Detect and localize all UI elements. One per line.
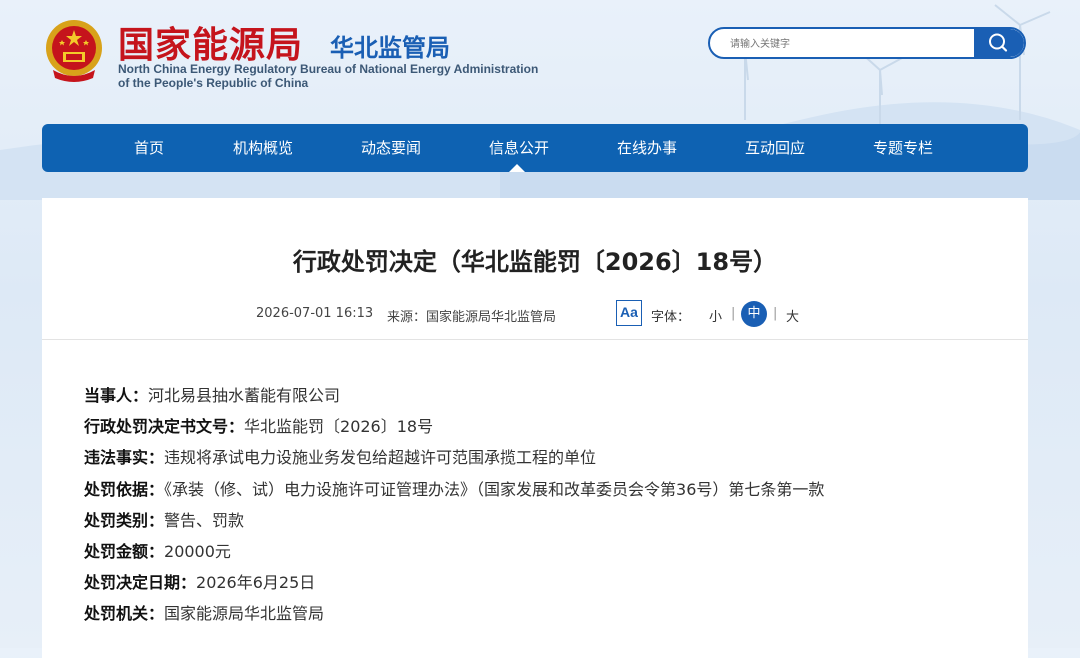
field-penalty-type: 处罚类别：警告、罚款 <box>84 507 244 531</box>
nav-item-news[interactable]: 动态要闻 <box>327 124 455 172</box>
search-button[interactable] <box>974 29 1024 57</box>
field-decision-number: 行政处罚决定书文号：华北监能罚〔2026〕18号 <box>84 413 433 437</box>
bureau-name: 华北监管局 <box>330 34 450 62</box>
field-label: 处罚依据： <box>84 480 165 499</box>
field-value: 《承装（修、试）电力设施许可证管理办法》（国家发展和改革委员会令第36号）第七条… <box>164 480 825 499</box>
field-authority: 处罚机关：国家能源局华北监管局 <box>84 600 324 624</box>
font-size-medium-option[interactable]: 中 <box>741 301 767 327</box>
field-value: 20000元 <box>164 542 231 561</box>
font-size-label: 字体： <box>651 310 691 325</box>
field-label: 处罚机关： <box>84 604 165 623</box>
field-value: 警告、罚款 <box>164 511 245 530</box>
search-input[interactable] <box>728 29 972 57</box>
publish-date: 2026-07-01 16:13 <box>256 306 374 321</box>
field-party: 当事人：河北易县抽水蓄能有限公司 <box>84 382 340 406</box>
nav-item-overview[interactable]: 机构概览 <box>199 124 327 172</box>
source-name: 国家能源局华北监管局 <box>426 310 557 325</box>
field-label: 处罚金额： <box>84 542 165 561</box>
national-emblem-icon[interactable] <box>43 18 105 84</box>
main-nav: 首页 机构概览 动态要闻 信息公开 在线办事 互动回应 专题专栏 <box>42 124 1028 172</box>
field-label: 处罚决定日期： <box>84 573 197 592</box>
english-name-line2: of the People's Republic of China <box>118 76 309 90</box>
field-penalty-amount: 处罚金额：20000元 <box>84 538 231 562</box>
nav-item-home[interactable]: 首页 <box>85 124 213 172</box>
field-legal-basis: 处罚依据：《承装（修、试）电力设施许可证管理办法》（国家发展和改革委员会令第36… <box>84 476 824 500</box>
english-name-line1: North China Energy Regulatory Bureau of … <box>118 62 539 76</box>
field-value: 国家能源局华北监管局 <box>164 604 325 623</box>
nav-item-interaction[interactable]: 互动回应 <box>711 124 839 172</box>
field-value: 2026年6月25日 <box>196 573 316 592</box>
field-value: 违规将承试电力设施业务发包给超越许可范围承揽工程的单位 <box>164 448 597 467</box>
article-card: 行政处罚决定（华北监能罚〔2026〕18号） 2026-07-01 16:13 … <box>42 198 1028 658</box>
font-size-icon: Aa <box>616 300 642 326</box>
field-label: 处罚类别： <box>84 511 165 530</box>
search-box <box>708 27 1026 59</box>
font-size-small-option[interactable]: 小 <box>709 306 722 325</box>
site-name[interactable]: 国家能源局 <box>118 16 303 68</box>
field-label: 违法事实： <box>84 448 165 467</box>
font-size-large-option[interactable]: 大 <box>786 306 799 325</box>
nav-item-online-service[interactable]: 在线办事 <box>583 124 711 172</box>
active-nav-indicator <box>509 164 525 172</box>
font-size-separator: | <box>773 306 778 321</box>
meta-divider <box>42 339 1028 340</box>
source-label: 来源： <box>387 310 427 325</box>
site-header: 国家能源局 华北监管局 North China Energy Regulator… <box>0 0 1080 120</box>
field-violation-facts: 违法事实：违规将承试电力设施业务发包给超越许可范围承揽工程的单位 <box>84 444 596 468</box>
article-title: 行政处罚决定（华北监能罚〔2026〕18号） <box>292 248 778 276</box>
font-size-separator: | <box>731 306 736 321</box>
field-decision-date: 处罚决定日期：2026年6月25日 <box>84 569 315 593</box>
field-label: 行政处罚决定书文号： <box>84 417 245 436</box>
field-value: 河北易县抽水蓄能有限公司 <box>148 386 341 405</box>
field-value: 华北监能罚〔2026〕18号 <box>244 417 434 436</box>
search-icon <box>989 33 1008 52</box>
nav-item-topics[interactable]: 专题专栏 <box>839 124 967 172</box>
field-label: 当事人： <box>84 386 149 405</box>
